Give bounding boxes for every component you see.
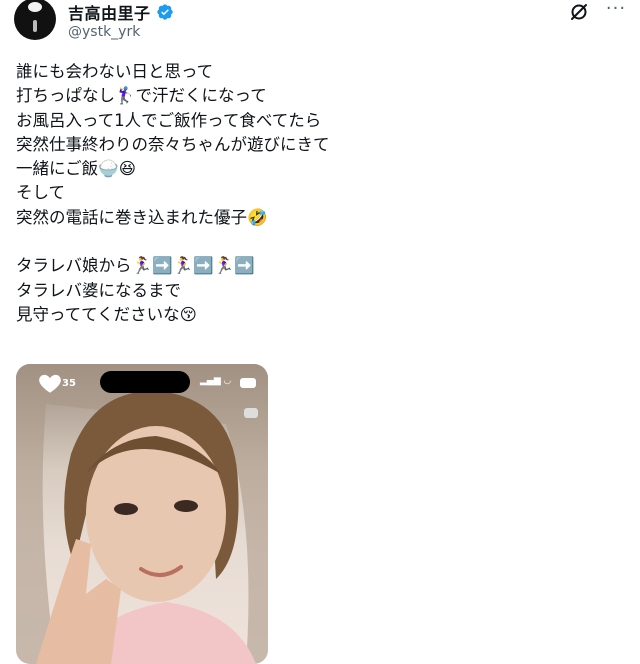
tweet-line: 見守っててくださいな😚 bbox=[16, 304, 197, 324]
user-name-row: 吉高由里子 bbox=[68, 0, 174, 24]
grok-icon[interactable] bbox=[567, 0, 591, 24]
tweet-photo[interactable]: 35 ▂▄▆ ◡ bbox=[16, 364, 268, 664]
tweet-text: 誰にも会わない日と思って 打ちっぱなし🏌️‍♀️で汗だくになって お風呂入って1… bbox=[16, 60, 616, 327]
tweet-line: 突然仕事終わりの奈々ちゃんが遊びにきて bbox=[16, 134, 330, 154]
live-badge-icon bbox=[244, 408, 258, 418]
like-count: 35 bbox=[62, 378, 76, 389]
heart-icon[interactable] bbox=[36, 370, 64, 396]
dynamic-island bbox=[100, 371, 190, 393]
tweet-line: 打ちっぱなし🏌️‍♀️で汗だくになって bbox=[16, 86, 267, 106]
avatar-light bbox=[28, 2, 42, 12]
tweet-line: 突然の電話に巻き込まれた優子🤣 bbox=[16, 207, 268, 227]
tweet-line: タラレバ娘から🏃‍♀️➡️🏃‍♀️➡️🏃‍♀️➡️ bbox=[16, 256, 255, 276]
tweet-line: そして bbox=[16, 183, 66, 203]
user-handle[interactable]: @ystk_yrk bbox=[68, 24, 140, 40]
user-name[interactable]: 吉高由里子 bbox=[68, 0, 151, 24]
signal-wifi-icon: ▂▄▆ ◡ bbox=[200, 376, 231, 386]
tweet-line: 誰にも会わない日と思って bbox=[16, 62, 214, 81]
verified-badge-icon bbox=[156, 4, 173, 20]
tweet-line: タラレバ婆になるまで bbox=[16, 280, 181, 300]
more-icon[interactable]: ··· bbox=[604, 0, 628, 24]
selfie-photo bbox=[16, 364, 268, 664]
avatar-figure bbox=[33, 20, 37, 32]
avatar[interactable] bbox=[14, 0, 56, 40]
tweet-line: お風呂入って1人でご飯作って食べてたら bbox=[16, 110, 322, 130]
tweet-line: 一緒にご飯🍚😆 bbox=[16, 159, 136, 179]
battery-icon bbox=[240, 378, 256, 388]
